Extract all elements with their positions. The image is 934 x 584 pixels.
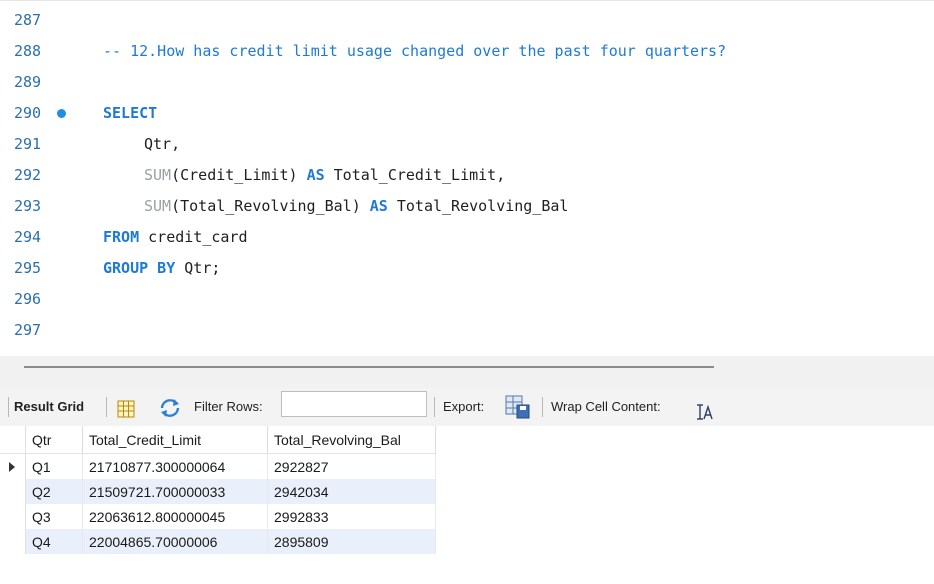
editor-line: 293 SUM(Total_Revolving_Bal) AS Total_Re… — [0, 191, 934, 222]
wrap-text-icon[interactable] — [696, 398, 714, 420]
grid-layout-icon[interactable] — [116, 396, 136, 418]
table-cell[interactable]: Q4 — [25, 529, 83, 554]
sql-code: FROM credit_card — [103, 222, 248, 253]
sql-argument: (Credit_Limit) — [171, 166, 307, 184]
table-row[interactable]: Q1 21710877.300000064 2922827 — [0, 453, 436, 479]
result-toolbar: Result Grid Filter Rows: Export: Wrap Ce… — [0, 388, 934, 427]
export-label: Export: — [443, 399, 485, 414]
sql-code: SUM(Credit_Limit) AS Total_Credit_Limit, — [144, 160, 505, 191]
row-header-corner — [0, 426, 26, 454]
sql-comment: -- 12.How has credit limit usage changed… — [103, 42, 727, 60]
sql-code: Qtr, — [144, 135, 181, 153]
line-number: 295 — [14, 259, 42, 277]
table-cell[interactable]: 22004865.70000006 — [82, 529, 268, 554]
panel-splitter-handle[interactable] — [24, 366, 714, 368]
table-cell[interactable]: 2922827 — [267, 453, 436, 479]
table-cell[interactable]: Q1 — [25, 453, 83, 479]
column-header-qtr[interactable]: Qtr — [25, 426, 83, 454]
editor-line: 287 — [0, 5, 934, 36]
sql-code: SELECT — [103, 98, 157, 129]
table-cell[interactable]: 2895809 — [267, 529, 436, 554]
sql-alias: Total_Credit_Limit, — [324, 166, 506, 184]
editor-line: 291 Qtr, — [0, 129, 934, 160]
result-grid-tab[interactable]: Result Grid — [14, 388, 84, 426]
row-selector[interactable] — [0, 504, 26, 529]
editor-line: 295 GROUP BY Qtr; — [0, 253, 934, 284]
sql-code: GROUP BY Qtr; — [103, 253, 220, 284]
sql-group-column: Qtr; — [175, 259, 221, 277]
sql-function: SUM — [144, 197, 172, 215]
toolbar-divider — [106, 397, 107, 417]
table-cell[interactable]: 21509721.700000033 — [82, 479, 268, 504]
table-cell[interactable]: Q2 — [25, 479, 83, 504]
header-row: Qtr Total_Credit_Limit Total_Revolving_B… — [0, 426, 436, 454]
editor-line: 292 SUM(Credit_Limit) AS Total_Credit_Li… — [0, 160, 934, 191]
sql-keyword: AS — [369, 197, 388, 215]
editor-line: 289 — [0, 67, 934, 98]
editor-line: 296 — [0, 284, 934, 315]
line-number: 289 — [14, 73, 42, 91]
row-selector[interactable] — [0, 529, 26, 554]
sql-keyword: SELECT — [103, 104, 158, 122]
table-cell[interactable]: Q3 — [25, 504, 83, 529]
sql-keyword: GROUP BY — [103, 259, 176, 277]
line-number: 291 — [14, 135, 42, 153]
toolbar-divider — [542, 397, 543, 417]
sql-keyword: AS — [306, 166, 325, 184]
filter-rows-input[interactable] — [281, 391, 427, 417]
table-cell[interactable]: 2992833 — [267, 504, 436, 529]
sql-code: SUM(Total_Revolving_Bal) AS Total_Revolv… — [144, 191, 568, 222]
editor-line: 294 FROM credit_card — [0, 222, 934, 253]
sql-keyword: FROM — [103, 228, 140, 246]
line-number: 292 — [14, 166, 42, 184]
editor-line: 297 — [0, 315, 934, 346]
table-row[interactable]: Q3 22063612.800000045 2992833 — [0, 504, 436, 529]
sql-table: credit_card — [139, 228, 248, 246]
table-cell[interactable]: 21710877.300000064 — [82, 453, 268, 479]
refresh-icon[interactable] — [158, 396, 182, 418]
wrap-cell-content-label: Wrap Cell Content: — [551, 399, 661, 414]
row-selector[interactable] — [0, 453, 26, 479]
line-number: 288 — [14, 42, 42, 60]
current-row-arrow-icon — [9, 461, 15, 472]
editor-line: 288 -- 12.How has credit limit usage cha… — [0, 36, 934, 67]
line-number: 287 — [14, 11, 42, 29]
column-header-total-revolving-bal[interactable]: Total_Revolving_Bal — [267, 426, 436, 454]
row-selector[interactable] — [0, 479, 26, 504]
toolbar-divider — [8, 397, 9, 417]
table-cell[interactable]: 22063612.800000045 — [82, 504, 268, 529]
line-number: 294 — [14, 228, 42, 246]
line-number: 293 — [14, 197, 42, 215]
panel-splitter-area — [0, 356, 934, 388]
table-row[interactable]: Q4 22004865.70000006 2895809 — [0, 529, 436, 554]
line-number: 296 — [14, 290, 42, 308]
statement-marker-icon — [57, 109, 66, 118]
sql-argument: (Total_Revolving_Bal) — [171, 197, 370, 215]
result-table: Qtr Total_Credit_Limit Total_Revolving_B… — [0, 426, 436, 554]
line-number: 297 — [14, 321, 42, 339]
table-row[interactable]: Q2 21509721.700000033 2942034 — [0, 479, 436, 504]
sql-editor[interactable]: 287 288 -- 12.How has credit limit usage… — [0, 0, 934, 357]
sql-function: SUM — [144, 166, 172, 184]
table-cell[interactable]: 2942034 — [267, 479, 436, 504]
toolbar-divider — [434, 397, 435, 417]
editor-line: 290 SELECT — [0, 98, 934, 129]
column-header-total-credit-limit[interactable]: Total_Credit_Limit — [82, 426, 268, 454]
result-grid: Qtr Total_Credit_Limit Total_Revolving_B… — [0, 426, 934, 584]
line-number: 290 — [14, 104, 42, 122]
filter-rows-label: Filter Rows: — [194, 399, 263, 414]
sql-alias: Total_Revolving_Bal — [387, 197, 569, 215]
export-icon[interactable] — [504, 394, 532, 420]
